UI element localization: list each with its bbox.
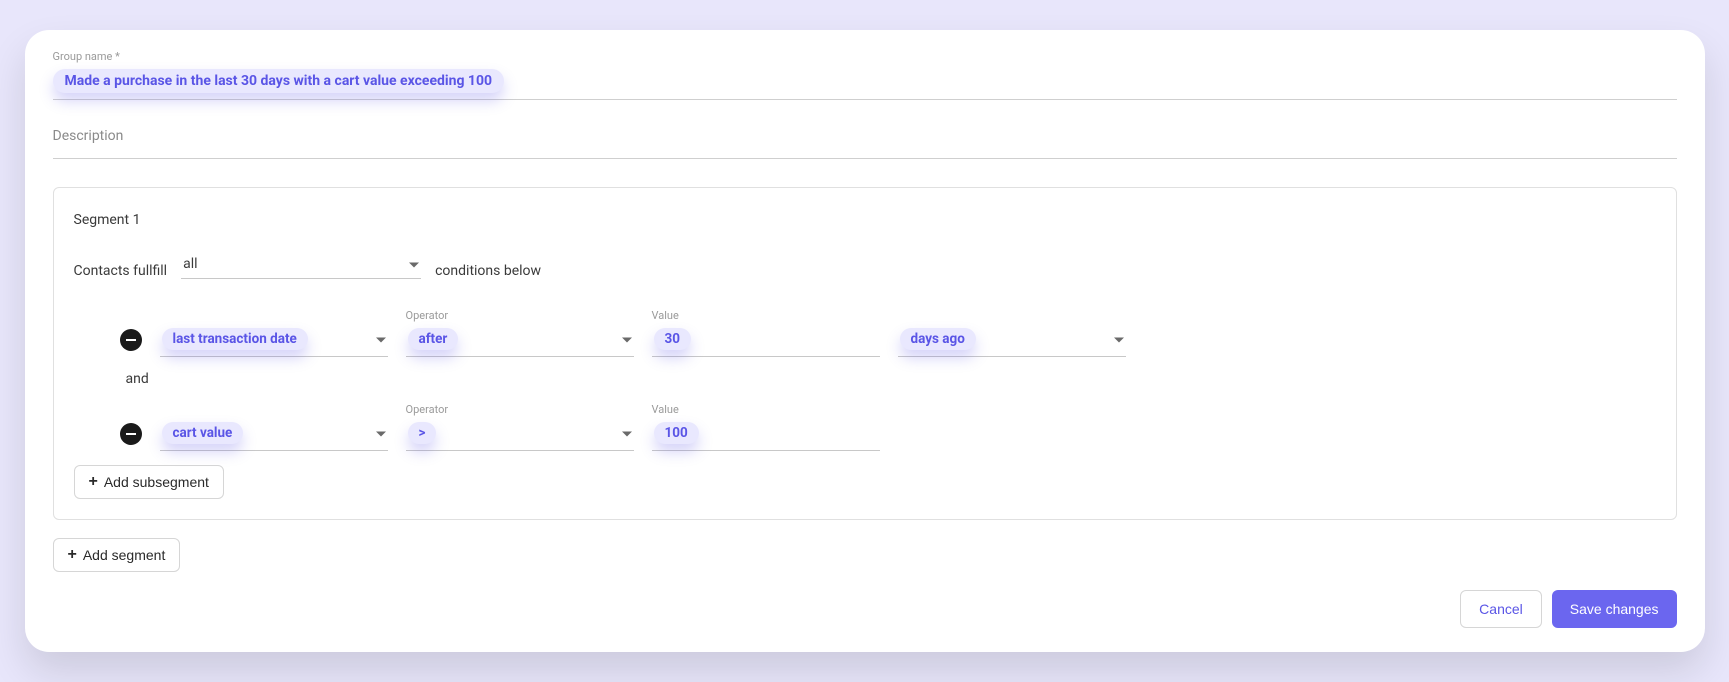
condition-value-field: Value 100 [652, 403, 880, 451]
fulfill-row: Contacts fullfill all conditions below [74, 252, 1656, 279]
segment-title: Segment 1 [74, 212, 1656, 228]
description-field[interactable]: Description [53, 128, 1677, 159]
condition-value-label: Value [652, 403, 880, 416]
condition-operator-value: > [408, 422, 437, 444]
condition-operator-label: Operator [406, 403, 634, 416]
chevron-down-icon [1114, 338, 1124, 343]
condition-value-input[interactable]: 100 [652, 418, 880, 451]
fulfill-suffix: conditions below [435, 263, 541, 279]
add-subsegment-button[interactable]: + Add subsegment [74, 465, 224, 499]
condition-unit-select[interactable]: days ago [898, 324, 1126, 357]
group-name-value-pill: Made a purchase in the last 30 days with… [53, 69, 505, 93]
condition-attribute-value: last transaction date [162, 328, 308, 350]
remove-condition-button[interactable] [120, 423, 142, 445]
condition-operator-label: Operator [406, 309, 634, 322]
save-button[interactable]: Save changes [1552, 590, 1677, 628]
minus-icon [126, 339, 136, 341]
condition-unit-value: days ago [900, 328, 976, 350]
fulfill-mode-select[interactable]: all [181, 252, 421, 279]
condition-row-2: cart value Operator > Value 100 [74, 401, 1656, 451]
condition-value-label: Value [652, 309, 880, 322]
plus-icon: + [89, 474, 98, 490]
condition-value-field: Value 30 [652, 309, 880, 357]
fulfill-prefix: Contacts fullfill [74, 263, 168, 279]
condition-operator-select[interactable]: > [406, 418, 634, 451]
footer-actions: Cancel Save changes [53, 590, 1677, 628]
segment-1-box: Segment 1 Contacts fullfill all conditio… [53, 187, 1677, 520]
group-name-field: Group name * Made a purchase in the last… [53, 50, 1677, 100]
condition-operator-select[interactable]: after [406, 324, 634, 357]
plus-icon: + [68, 547, 77, 563]
condition-unit-field: days ago [898, 307, 1126, 357]
add-segment-button[interactable]: + Add segment [53, 538, 181, 572]
chevron-down-icon [376, 432, 386, 437]
condition-attribute-field: last transaction date [160, 307, 388, 357]
group-name-input[interactable]: Made a purchase in the last 30 days with… [53, 67, 1677, 100]
minus-icon [126, 433, 136, 435]
condition-row-1: last transaction date Operator after Val… [74, 307, 1656, 357]
add-subsegment-label: Add subsegment [104, 474, 209, 490]
condition-attribute-select[interactable]: cart value [160, 418, 388, 451]
fulfill-mode-value: all [183, 256, 197, 272]
condition-attribute-value: cart value [162, 422, 244, 444]
chevron-down-icon [376, 338, 386, 343]
condition-operator-field: Operator after [406, 309, 634, 357]
remove-condition-button[interactable] [120, 329, 142, 351]
group-name-label: Group name * [53, 50, 1677, 63]
chevron-down-icon [622, 432, 632, 437]
condition-attribute-field: cart value [160, 401, 388, 451]
description-placeholder: Description [53, 128, 124, 144]
condition-value: 30 [654, 328, 692, 350]
chevron-down-icon [409, 263, 419, 268]
condition-joiner: and [74, 371, 1656, 387]
condition-value-input[interactable]: 30 [652, 324, 880, 357]
add-segment-wrap: + Add segment [53, 538, 1677, 572]
condition-value: 100 [654, 422, 699, 444]
condition-operator-value: after [408, 328, 459, 350]
condition-operator-field: Operator > [406, 403, 634, 451]
segment-editor-card: Group name * Made a purchase in the last… [25, 30, 1705, 652]
chevron-down-icon [622, 338, 632, 343]
add-segment-label: Add segment [83, 547, 166, 563]
condition-attribute-select[interactable]: last transaction date [160, 324, 388, 357]
cancel-button[interactable]: Cancel [1460, 590, 1542, 628]
